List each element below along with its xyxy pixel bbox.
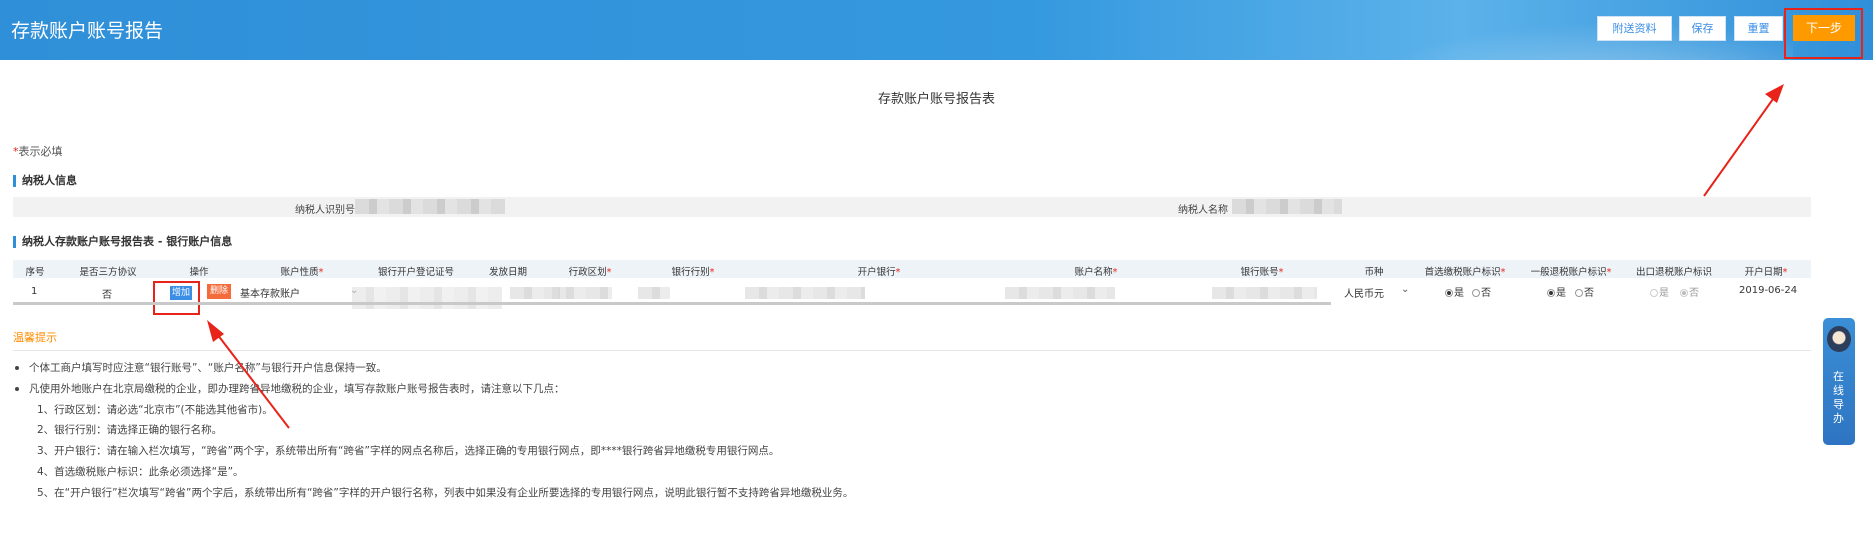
arrow-line-next	[1703, 91, 1779, 197]
annotation-arrows	[207, 84, 1784, 429]
arrow-line-add	[213, 329, 290, 429]
arrow-head-next	[1765, 84, 1784, 103]
